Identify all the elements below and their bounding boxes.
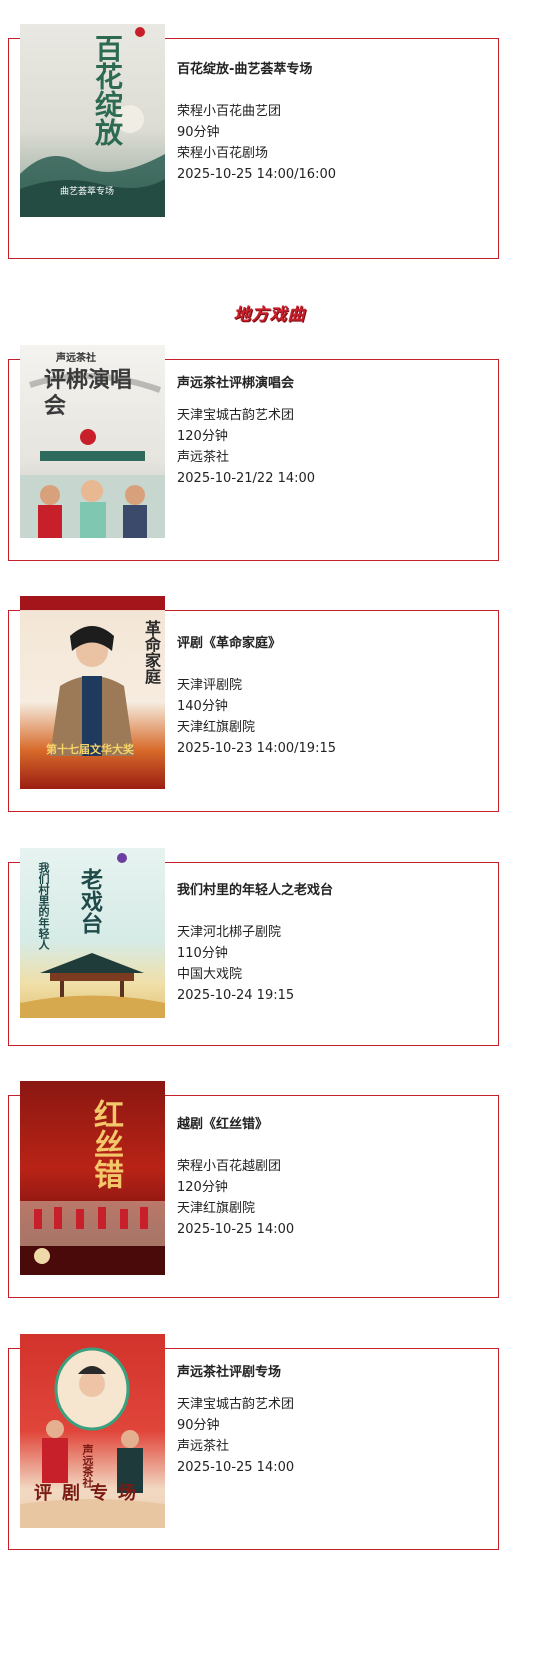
event-time: 2025-10-25 14:00 bbox=[177, 1460, 295, 1475]
event-info: 越剧《红丝错》 荣程小百花越剧团 120分钟 天津红旗剧院 2025-10-25… bbox=[177, 1114, 497, 1240]
event-poster[interactable]: 百花绽放 曲艺荟萃专场 bbox=[20, 24, 165, 217]
event-title[interactable]: 评剧《革命家庭》 bbox=[177, 633, 497, 654]
poster-sub-text: 第十七届文华大奖 bbox=[46, 743, 134, 756]
poster-main-text: 百花绽放 bbox=[91, 34, 124, 146]
event-title[interactable]: 声远茶社评剧专场 bbox=[177, 1362, 497, 1383]
event-venue: 天津红旗剧院 bbox=[177, 720, 256, 735]
event-poster[interactable]: 评梆演唱会 声远茶社 bbox=[20, 345, 165, 538]
event-duration: 90分钟 bbox=[177, 1418, 220, 1433]
event-duration: 140分钟 bbox=[177, 699, 228, 714]
section-title: 地方戏曲 bbox=[233, 305, 306, 325]
event-venue: 声远茶社 bbox=[177, 1439, 230, 1454]
event-time: 2025-10-24 19:15 bbox=[177, 988, 295, 1003]
event-venue: 荣程小百花剧场 bbox=[177, 146, 269, 161]
poster-sub-text: 曲艺荟萃专场 bbox=[60, 187, 115, 197]
poster-main-text: 革命家庭 bbox=[142, 620, 161, 684]
event-title[interactable]: 越剧《红丝错》 bbox=[177, 1114, 497, 1135]
event-poster[interactable]: 红丝错 bbox=[20, 1081, 165, 1275]
event-venue: 天津红旗剧院 bbox=[177, 1201, 256, 1216]
event-duration: 90分钟 bbox=[177, 125, 220, 140]
poster-main-text: 老戏台 bbox=[77, 868, 103, 934]
event-info: 评剧《革命家庭》 天津评剧院 140分钟 天津红旗剧院 2025-10-23 1… bbox=[177, 633, 497, 759]
event-poster[interactable]: 老戏台 我们村里的年轻人 bbox=[20, 848, 165, 1018]
event-duration: 120分钟 bbox=[177, 429, 228, 444]
event-time: 2025-10-25 14:00/16:00 bbox=[177, 167, 336, 182]
poster-main-text: 评梆演唱会 bbox=[44, 367, 133, 419]
event-title[interactable]: 我们村里的年轻人之老戏台 bbox=[177, 880, 497, 901]
poster-sub-text: 声远茶社 bbox=[56, 353, 96, 364]
event-venue: 中国大戏院 bbox=[177, 967, 243, 982]
event-info: 声远茶社评梆演唱会 天津宝城古韵艺术团 120分钟 声远茶社 2025-10-2… bbox=[177, 373, 497, 489]
event-poster[interactable]: 革命家庭 第十七届文华大奖 bbox=[20, 596, 165, 789]
event-title[interactable]: 声远茶社评梆演唱会 bbox=[177, 373, 497, 394]
event-time: 2025-10-21/22 14:00 bbox=[177, 471, 316, 486]
event-time: 2025-10-23 14:00/19:15 bbox=[177, 741, 336, 756]
poster-main-text: 评剧专场 bbox=[34, 1483, 146, 1504]
event-time: 2025-10-25 14:00 bbox=[177, 1222, 295, 1237]
event-venue: 声远茶社 bbox=[177, 450, 230, 465]
event-poster[interactable]: 评剧专场 声远茶社 bbox=[20, 1334, 165, 1528]
event-troupe: 荣程小百花越剧团 bbox=[177, 1159, 282, 1174]
event-title[interactable]: 百花绽放-曲艺荟萃专场 bbox=[177, 59, 497, 80]
event-duration: 110分钟 bbox=[177, 946, 228, 961]
poster-sub-text: 我们村里的年轻人 bbox=[37, 862, 50, 950]
poster-sub-text: 声远茶社 bbox=[81, 1444, 94, 1488]
poster-main-text: 红丝错 bbox=[88, 1099, 123, 1189]
event-duration: 120分钟 bbox=[177, 1180, 228, 1195]
event-troupe: 天津河北梆子剧院 bbox=[177, 925, 282, 940]
event-info: 声远茶社评剧专场 天津宝城古韵艺术团 90分钟 声远茶社 2025-10-25 … bbox=[177, 1362, 497, 1478]
event-info: 我们村里的年轻人之老戏台 天津河北梆子剧院 110分钟 中国大戏院 2025-1… bbox=[177, 880, 497, 1006]
event-info: 百花绽放-曲艺荟萃专场 荣程小百花曲艺团 90分钟 荣程小百花剧场 2025-1… bbox=[177, 59, 497, 185]
event-troupe: 荣程小百花曲艺团 bbox=[177, 104, 282, 119]
event-troupe: 天津评剧院 bbox=[177, 678, 243, 693]
event-troupe: 天津宝城古韵艺术团 bbox=[177, 408, 295, 423]
event-troupe: 天津宝城古韵艺术团 bbox=[177, 1397, 295, 1412]
